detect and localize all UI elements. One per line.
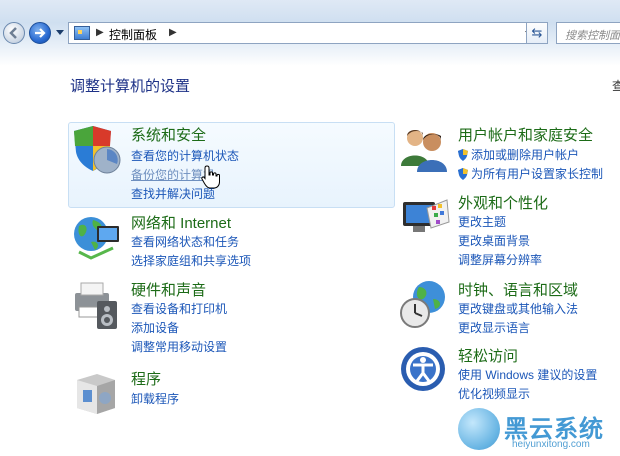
category-title[interactable]: 用户帐户和家庭安全: [458, 124, 593, 145]
monitor-palette-icon: [403, 199, 450, 232]
search-placeholder: 搜索控制面: [565, 30, 620, 42]
uac-shield-icon: [458, 168, 468, 180]
link-mobility-settings[interactable]: 调整常用移动设置: [131, 338, 227, 355]
link-uninstall-program[interactable]: 卸载程序: [131, 390, 179, 407]
watermark-url: heiyunxitong.com: [512, 439, 590, 450]
view-by-label[interactable]: 查: [612, 77, 620, 94]
link-desktop-background[interactable]: 更改桌面背景: [458, 232, 530, 249]
link-add-remove-accounts[interactable]: 添加或删除用户帐户: [458, 146, 579, 163]
page-title: 调整计算机的设置: [70, 78, 191, 95]
ease-of-access-icon: [401, 347, 445, 391]
category-title[interactable]: 程序: [131, 368, 161, 389]
users-icon: [401, 130, 447, 172]
link-keyboard-input[interactable]: 更改键盘或其他输入法: [458, 300, 578, 317]
forward-arrow-icon: [35, 28, 46, 38]
back-button[interactable]: [3, 22, 25, 44]
address-bar[interactable]: ▶ 控制面板 ▶: [68, 22, 548, 44]
uac-shield-icon: [458, 149, 468, 161]
breadcrumb-chevron-icon[interactable]: ▶: [96, 27, 104, 38]
category-title[interactable]: 轻松访问: [458, 345, 518, 366]
link-network-status[interactable]: 查看网络状态和任务: [131, 233, 239, 250]
back-arrow-icon: [9, 27, 17, 39]
search-input[interactable]: 搜索控制面: [556, 22, 620, 44]
hand-cursor-icon: [201, 165, 220, 189]
category-title[interactable]: 系统和安全: [131, 124, 206, 145]
link-homegroup-sharing[interactable]: 选择家庭组和共享选项: [131, 252, 251, 269]
link-recommended-settings[interactable]: 使用 Windows 建议的设置: [458, 366, 597, 383]
link-display-language[interactable]: 更改显示语言: [458, 319, 530, 336]
recent-pages-chevron-icon[interactable]: [56, 30, 64, 35]
address-toolbar: ▶ 控制面板 ▶ ⇆ 搜索控制面: [0, 0, 620, 66]
link-add-device[interactable]: 添加设备: [131, 319, 179, 336]
clock-globe-icon: [400, 281, 445, 328]
category-title[interactable]: 网络和 Internet: [131, 212, 231, 233]
forward-button[interactable]: [29, 22, 51, 44]
category-title[interactable]: 外观和个性化: [458, 192, 548, 213]
link-change-theme[interactable]: 更改主题: [458, 213, 506, 230]
category-title[interactable]: 时钟、语言和区域: [458, 279, 578, 300]
breadcrumb-chevron-icon[interactable]: ▶: [169, 27, 177, 38]
network-globe-icon: [74, 217, 119, 260]
breadcrumb-control-panel[interactable]: 控制面板: [109, 26, 157, 43]
link-parental-controls[interactable]: 为所有用户设置家长控制: [458, 165, 603, 182]
link-label: 为所有用户设置家长控制: [471, 167, 604, 181]
watermark-logo-icon: [458, 408, 500, 450]
link-screen-resolution[interactable]: 调整屏幕分辨率: [458, 251, 542, 268]
control-panel-icon: [74, 26, 90, 40]
category-title[interactable]: 硬件和声音: [131, 279, 206, 300]
link-optimize-display[interactable]: 优化视频显示: [458, 385, 530, 402]
shield-icon: [74, 126, 121, 174]
watermark: 黑云系统 heiyunxitong.com: [458, 408, 618, 454]
refresh-button[interactable]: ⇆: [526, 22, 548, 44]
programs-box-icon: [77, 374, 115, 414]
link-devices-printers[interactable]: 查看设备和打印机: [131, 300, 227, 317]
link-label: 添加或删除用户帐户: [471, 148, 580, 162]
link-view-computer-status[interactable]: 查看您的计算机状态: [131, 147, 239, 164]
printer-speaker-icon: [75, 282, 117, 329]
